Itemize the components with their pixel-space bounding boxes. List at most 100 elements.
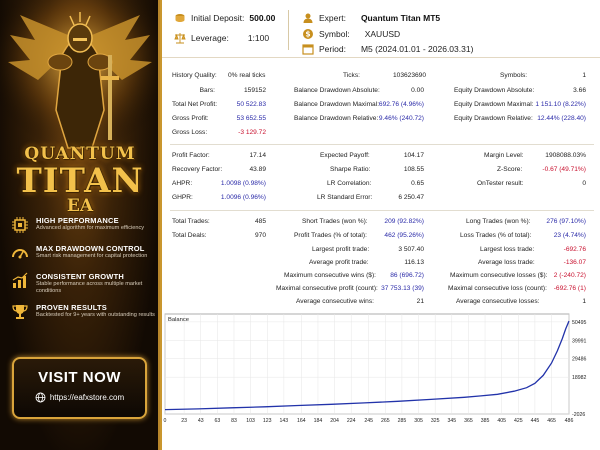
period-row: Period: M5 (2024.01.01 - 2026.03.31) — [302, 43, 473, 55]
x-tick-label: 265 — [381, 418, 390, 424]
x-tick-label: 305 — [414, 418, 423, 424]
otr-label: OnTester result: — [477, 180, 524, 187]
promo-panel: QUANTUM TITAN EA HIGH PERFORMANCE Advanc… — [0, 0, 160, 450]
symbols-value: 1 — [582, 72, 586, 79]
expert-row: Expert: Quantum Titan MT5 — [302, 12, 440, 24]
period-label: Period: — [319, 44, 346, 54]
bda-label: Balance Drawdown Absolute: — [294, 87, 380, 94]
x-tick-label: 325 — [431, 418, 440, 424]
ltr-label: Loss Trades (% of total): — [460, 232, 532, 239]
zs-label: Z-Score: — [497, 166, 523, 173]
visit-url[interactable]: https://eafxstore.com — [50, 393, 124, 402]
gross-loss-label: Gross Loss: — [172, 129, 208, 136]
acl-label: Average consecutive losses: — [456, 298, 540, 305]
x-tick-label: 0 — [164, 418, 167, 424]
symbol-value: XAUUSD — [364, 29, 401, 39]
lt-value: 276 (97.10%) — [546, 218, 586, 225]
x-tick-label: 224 — [347, 418, 356, 424]
td-value: 970 — [254, 232, 266, 239]
rf-label: Recovery Factor: — [172, 166, 223, 173]
y-tick-label: 29486 — [572, 357, 587, 363]
x-tick-label: 23 — [181, 418, 187, 424]
bdr-label: Balance Drawdown Relative: — [294, 115, 379, 122]
mcw-label: Maximum consecutive wins ($): — [284, 272, 376, 279]
gross-profit-label: Gross Profit: — [172, 115, 209, 122]
y-tick-label: 18982 — [572, 375, 587, 381]
net-profit-value: 50 522.83 — [236, 101, 266, 108]
mcp-value: 37 753.13 (39) — [381, 285, 424, 292]
y-tick-label: 50495 — [572, 320, 587, 326]
user-icon — [302, 12, 314, 24]
period-value: M5 (2024.01.01 - 2026.03.31) — [360, 44, 474, 54]
scales-icon — [174, 32, 186, 44]
x-tick-label: 425 — [514, 418, 523, 424]
plot-area — [164, 313, 570, 415]
x-tick-label: 345 — [447, 418, 456, 424]
expert-value: Quantum Titan MT5 — [360, 13, 441, 23]
x-tick-label: 445 — [531, 418, 540, 424]
x-tick-label: 164 — [297, 418, 306, 424]
stats-section-1: History Quality: 0% real ticks Bars: 159… — [162, 68, 600, 146]
deposit-row: Initial Deposit: 500.00 — [174, 12, 275, 24]
x-tick-label: 465 — [547, 418, 556, 424]
coins-icon — [174, 12, 186, 24]
mclc-value: -692.76 (1) — [553, 285, 586, 292]
x-tick-label: 405 — [497, 418, 506, 424]
calendar-icon — [302, 43, 314, 55]
x-tick-label: 285 — [398, 418, 407, 424]
feature-desc: Stable performance across multiple marke… — [36, 281, 143, 294]
header-divider — [288, 10, 289, 50]
x-tick-label: 43 — [198, 418, 204, 424]
lrc-value: 0.65 — [411, 180, 424, 187]
bdm-label: Balance Drawdown Maximal: — [294, 101, 380, 108]
ahpr-label: AHPR: — [172, 180, 193, 187]
ep-label: Expected Payoff: — [320, 152, 370, 159]
acw-label: Average consecutive wins: — [296, 298, 374, 305]
symbol-label: Symbol: — [319, 29, 350, 39]
x-tick-label: 123 — [263, 418, 272, 424]
bda-value: 0.00 — [411, 87, 424, 94]
eda-label: Equity Drawdown Absolute: — [454, 87, 535, 94]
alt-value: -136.07 — [563, 259, 586, 266]
apt-label: Average profit trade: — [309, 259, 369, 266]
acw-value: 21 — [416, 298, 424, 305]
visit-url-row[interactable]: https://eafxstore.com — [14, 392, 145, 403]
feature-desc: Advanced algorithm for maximum efficienc… — [36, 225, 145, 231]
lrse-label: LR Standard Error: — [317, 194, 373, 201]
brand-line2: TITAN — [16, 161, 144, 201]
chip-icon — [10, 216, 30, 236]
x-tick-label: 83 — [231, 418, 237, 424]
feature-item: MAX DRAWDOWN CONTROL Smart risk manageme… — [10, 244, 156, 264]
net-profit-label: Total Net Profit: — [172, 101, 218, 108]
bdr-value: 9.46% (240.72) — [378, 115, 424, 122]
ghpr-label: GHPR: — [172, 194, 193, 201]
st-value: 209 (92.82%) — [384, 218, 424, 225]
mcp-label: Maximal consecutive profit (count): — [276, 285, 378, 292]
feature-title: CONSISTENT GROWTH — [36, 272, 124, 281]
pf-label: Profit Factor: — [172, 152, 210, 159]
ghpr-value: 1.0096 (0.96%) — [220, 194, 266, 201]
ticks-label: Ticks: — [343, 72, 360, 79]
alt-label: Average loss trade: — [478, 259, 535, 266]
stats-section-2: Profit Factor: 17.14 Recovery Factor: 43… — [162, 148, 600, 208]
y-tick-label: 39991 — [572, 338, 587, 344]
deposit-label: Initial Deposit: — [191, 13, 245, 23]
report-header: Initial Deposit: 500.00 Leverage: 1:100 … — [162, 0, 600, 58]
chart-title: Balance — [168, 317, 189, 323]
pt-value: 462 (95.26%) — [384, 232, 424, 239]
feature-item: HIGH PERFORMANCE Advanced algorithm for … — [10, 216, 156, 236]
x-tick-label: 63 — [214, 418, 220, 424]
apt-value: 116.13 — [404, 259, 424, 266]
svg-text:$: $ — [305, 30, 310, 39]
sr-label: Sharpe Ratio: — [330, 166, 371, 173]
ml-label: Margin Level: — [484, 152, 524, 159]
bars-value: 159152 — [243, 87, 266, 94]
feature-desc: Backtested for 9+ years with outstanding… — [36, 312, 155, 318]
edm-value: 1 151.10 (8.22%) — [535, 101, 586, 108]
growth-chart-icon — [10, 272, 30, 292]
ep-value: 104.17 — [403, 152, 424, 159]
llt-label: Largest loss trade: — [480, 246, 535, 253]
visit-now-button[interactable]: VISIT NOW https://eafxstore.com — [12, 357, 147, 419]
feature-title: PROVEN RESULTS — [36, 303, 108, 312]
balance-chart: 0 23 43 63 83 103 123 143 164 184 204 224 245 265 285 3… — [163, 312, 600, 449]
